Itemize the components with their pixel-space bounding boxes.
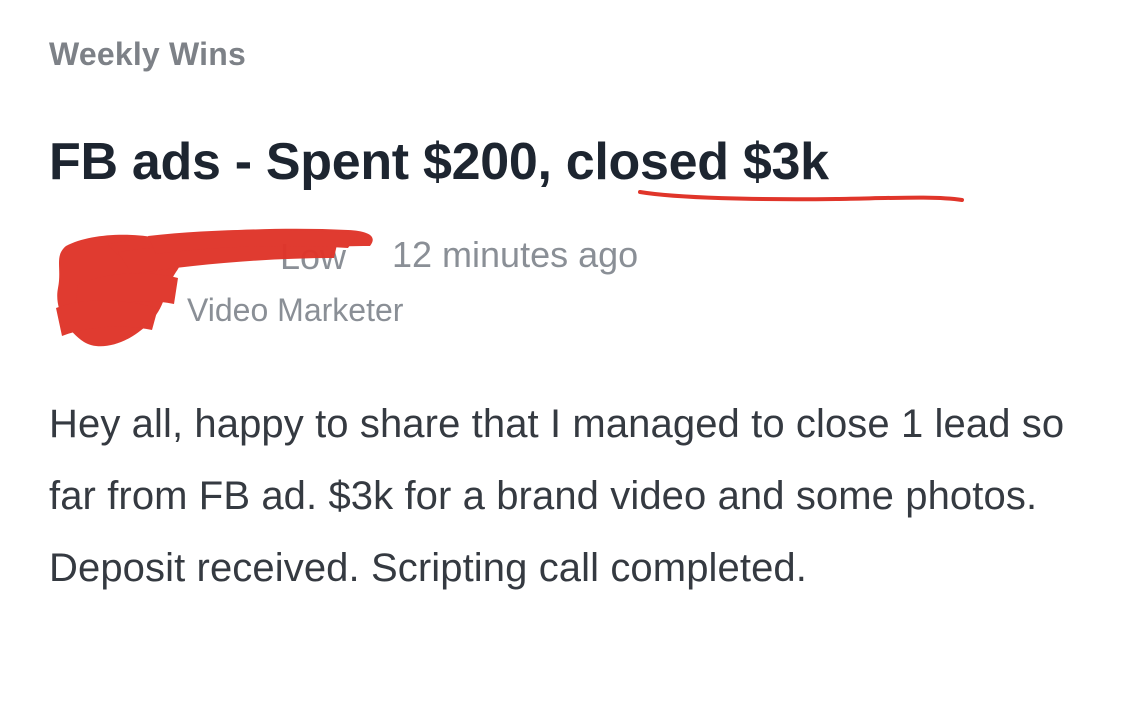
post-body: Hey all, happy to share that I managed t… <box>49 402 1065 590</box>
category-label[interactable]: Weekly Wins <box>49 36 246 73</box>
redaction-scribble <box>48 212 448 362</box>
post-card: Weekly Wins FB ads - Spent $200, closed … <box>0 0 1124 717</box>
red-underline-annotation <box>638 190 964 202</box>
author-meta: Low 12 minutes ago Video Marketer <box>48 212 748 362</box>
post-title-part1: FB ads - Spent $200, <box>49 133 552 191</box>
post-title[interactable]: FB ads - Spent $200, closed $3k <box>49 132 829 192</box>
post-title-part2: closed $3k <box>565 133 829 191</box>
